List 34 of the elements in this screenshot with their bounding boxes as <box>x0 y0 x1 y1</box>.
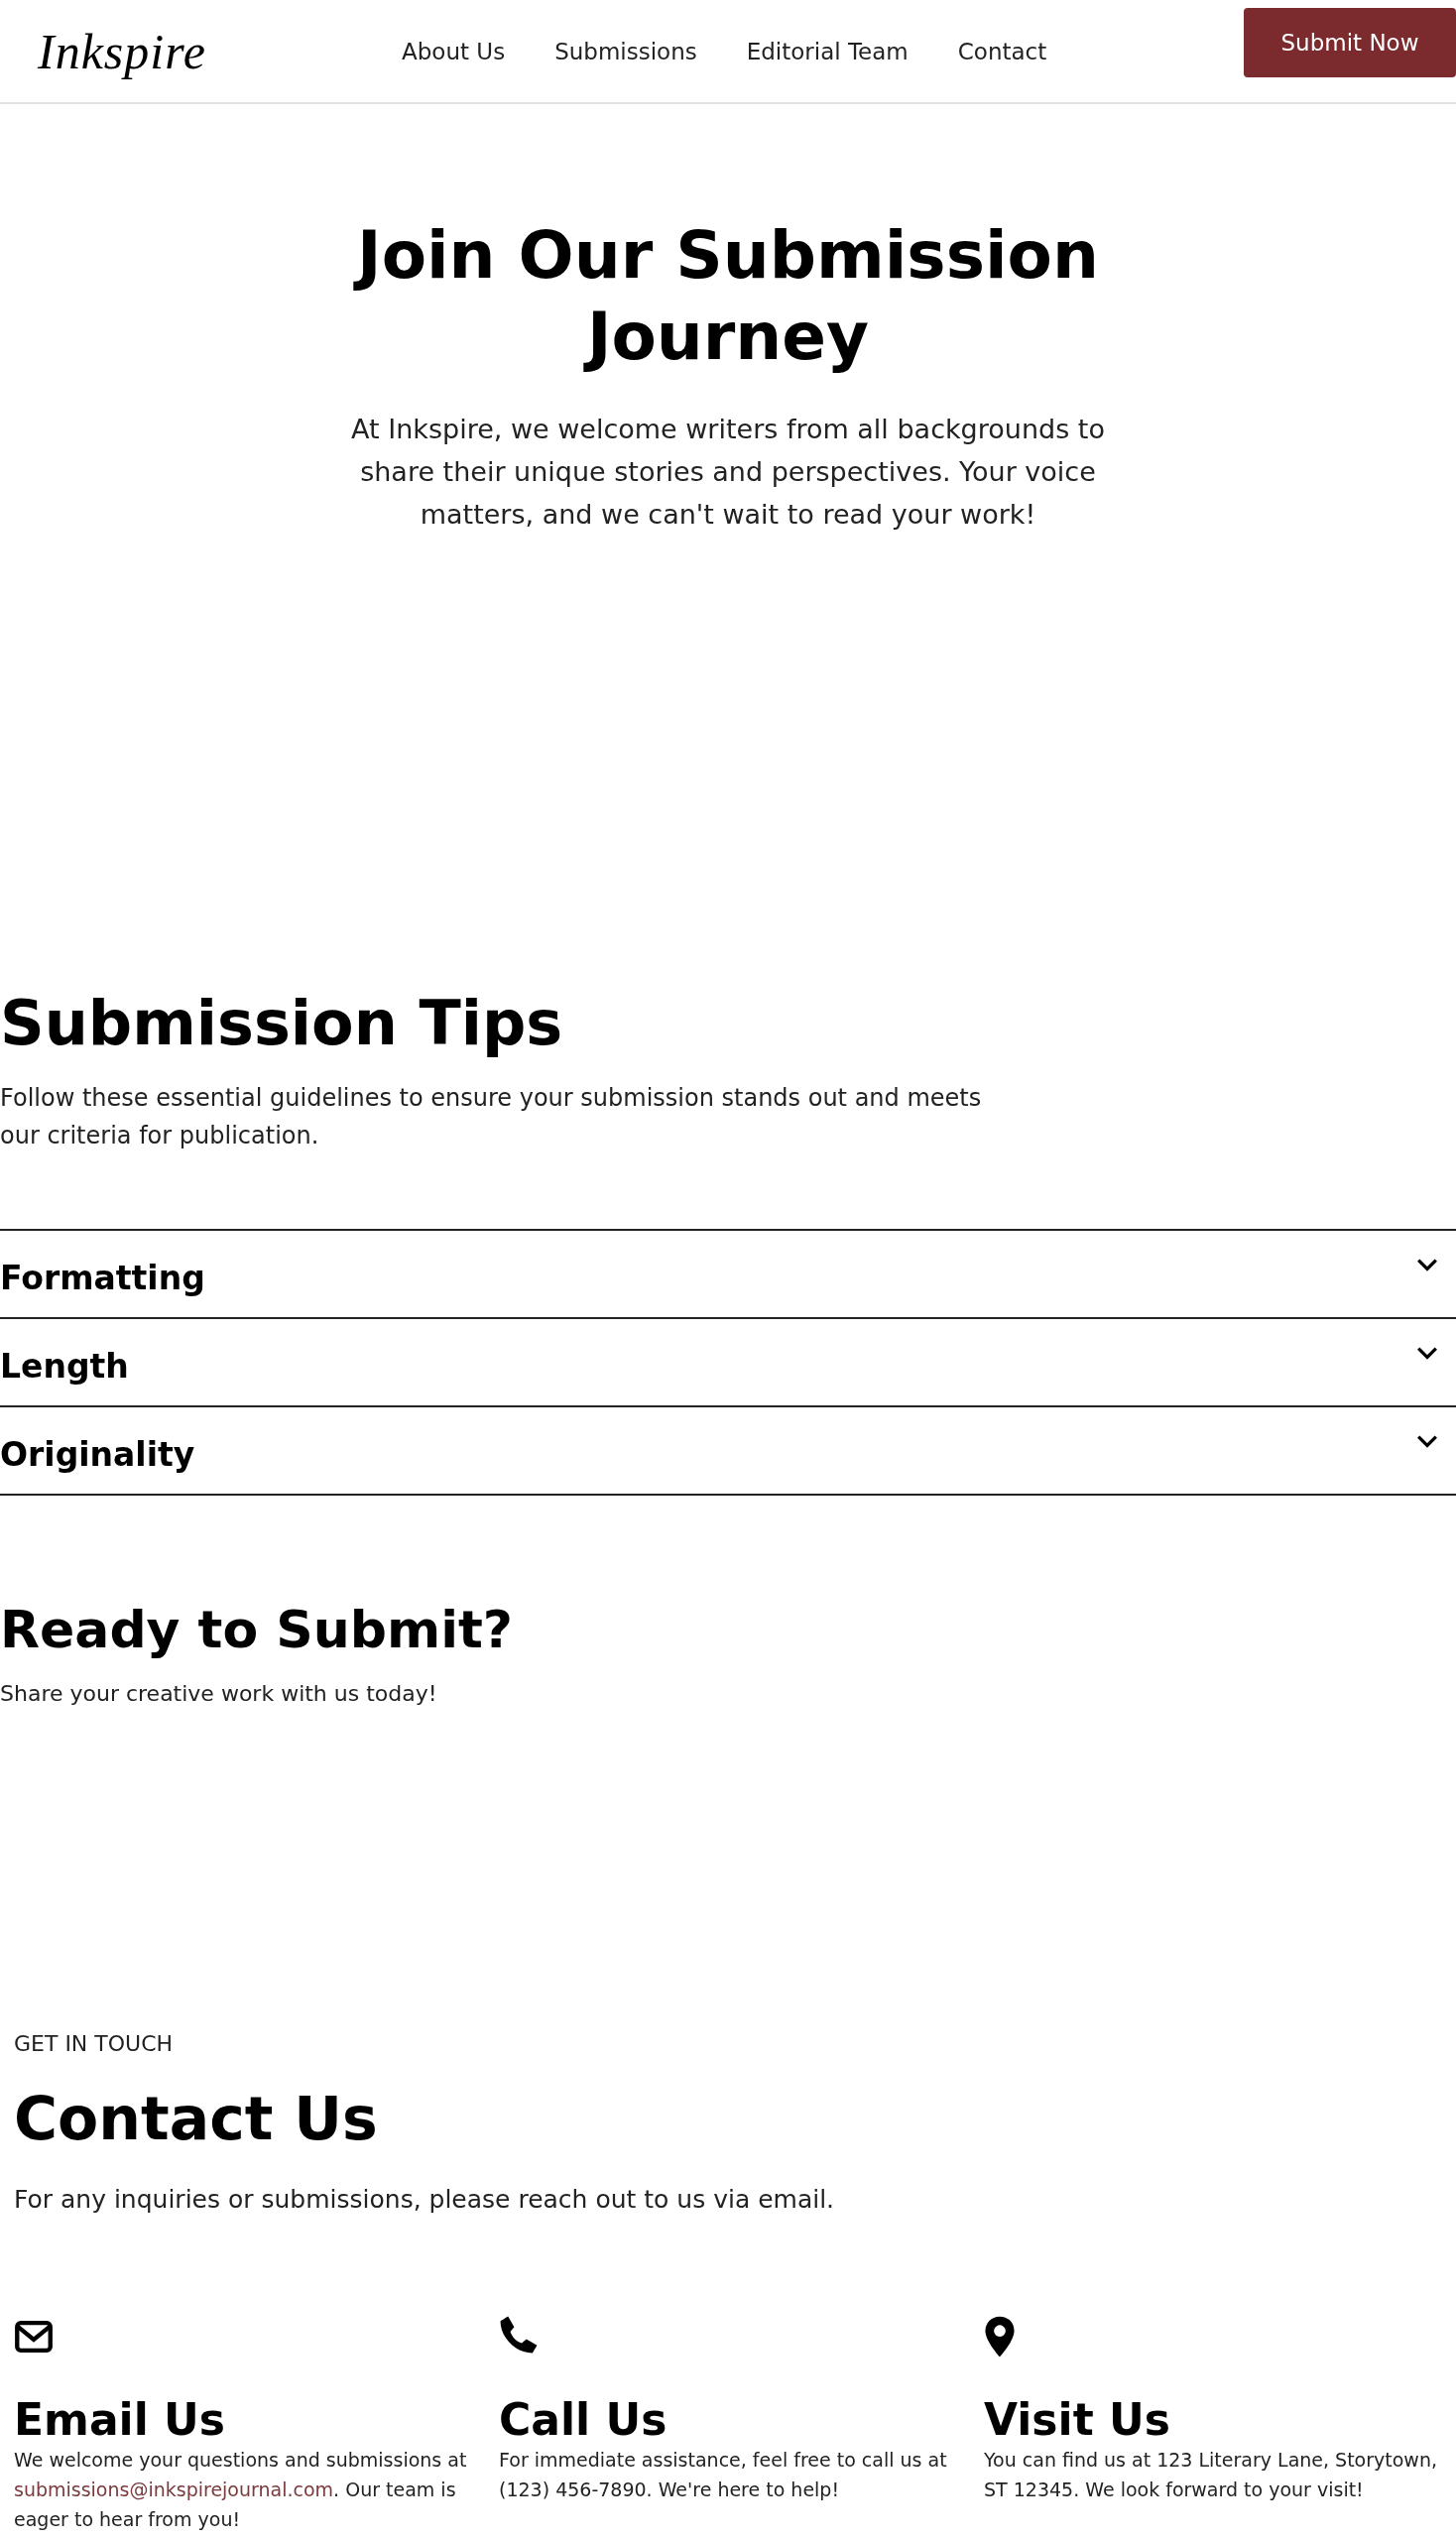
logo[interactable]: Inkspire <box>38 22 206 80</box>
accordion-item[interactable]: Length <box>0 1319 1456 1407</box>
card-paragraph: We welcome your questions and submissions at submissions@inkspirejournal.com. Our team is eager to hear from you! <box>14 2448 468 2532</box>
accordion-item[interactable]: Formatting <box>0 1231 1456 1319</box>
accordion-title: Originality <box>0 1434 195 1474</box>
accordion-item[interactable]: Originality <box>0 1407 1456 1496</box>
hero-heading: Join Our Submission Journey <box>331 215 1125 378</box>
section-heading: Submission Tips <box>0 987 564 1059</box>
phone-icon <box>499 2315 539 2355</box>
chevron-down-icon <box>1416 1433 1438 1448</box>
submit-now-button[interactable]: Submit Now <box>1244 7 1456 77</box>
email-icon <box>14 2321 54 2353</box>
email-link[interactable]: submissions@inkspirejournal.com <box>14 2479 334 2500</box>
nav-link[interactable]: Submissions <box>554 38 697 64</box>
accordion-title: Formatting <box>0 1258 205 1297</box>
eyebrow-label: GET IN TOUCH <box>14 2031 175 2056</box>
section-heading: Contact Us <box>14 2084 379 2153</box>
nav-link[interactable]: About Us <box>402 38 506 64</box>
card-paragraph: You can find us at 123 Literary Lane, Storytown, ST 12345. We look forward to your visit! <box>984 2448 1438 2502</box>
chevron-down-icon <box>1416 1345 1438 1360</box>
card-heading: Visit Us <box>984 2394 1170 2445</box>
nav-link[interactable]: Contact <box>957 38 1047 64</box>
chevron-down-icon <box>1416 1257 1438 1271</box>
section-paragraph: Share your creative work with us today! <box>0 1681 438 1706</box>
card-heading: Call Us <box>499 2394 667 2445</box>
hero-paragraph: At Inkspire, we welcome writers from all backgrounds to share their unique stories and perspectives. Your voice matters, and we can't wait to read your work! <box>350 413 1106 532</box>
card-paragraph: For immediate assistance, feel free to call us at (123) 456-7890. We're here to help! <box>499 2448 948 2502</box>
accordion-title: Length <box>0 1346 129 1386</box>
section-paragraph: Follow these essential guidelines to ensure your submission stands out and meets our criteria for publication. <box>0 1083 983 1151</box>
nav-link[interactable]: Editorial Team <box>746 38 909 64</box>
section-paragraph: For any inquiries or submissions, please reach out to us via email. <box>14 2185 836 2214</box>
section-heading: Ready to Submit? <box>0 1600 515 1659</box>
map-pin-icon <box>984 2315 1016 2358</box>
card-heading: Email Us <box>14 2394 225 2445</box>
